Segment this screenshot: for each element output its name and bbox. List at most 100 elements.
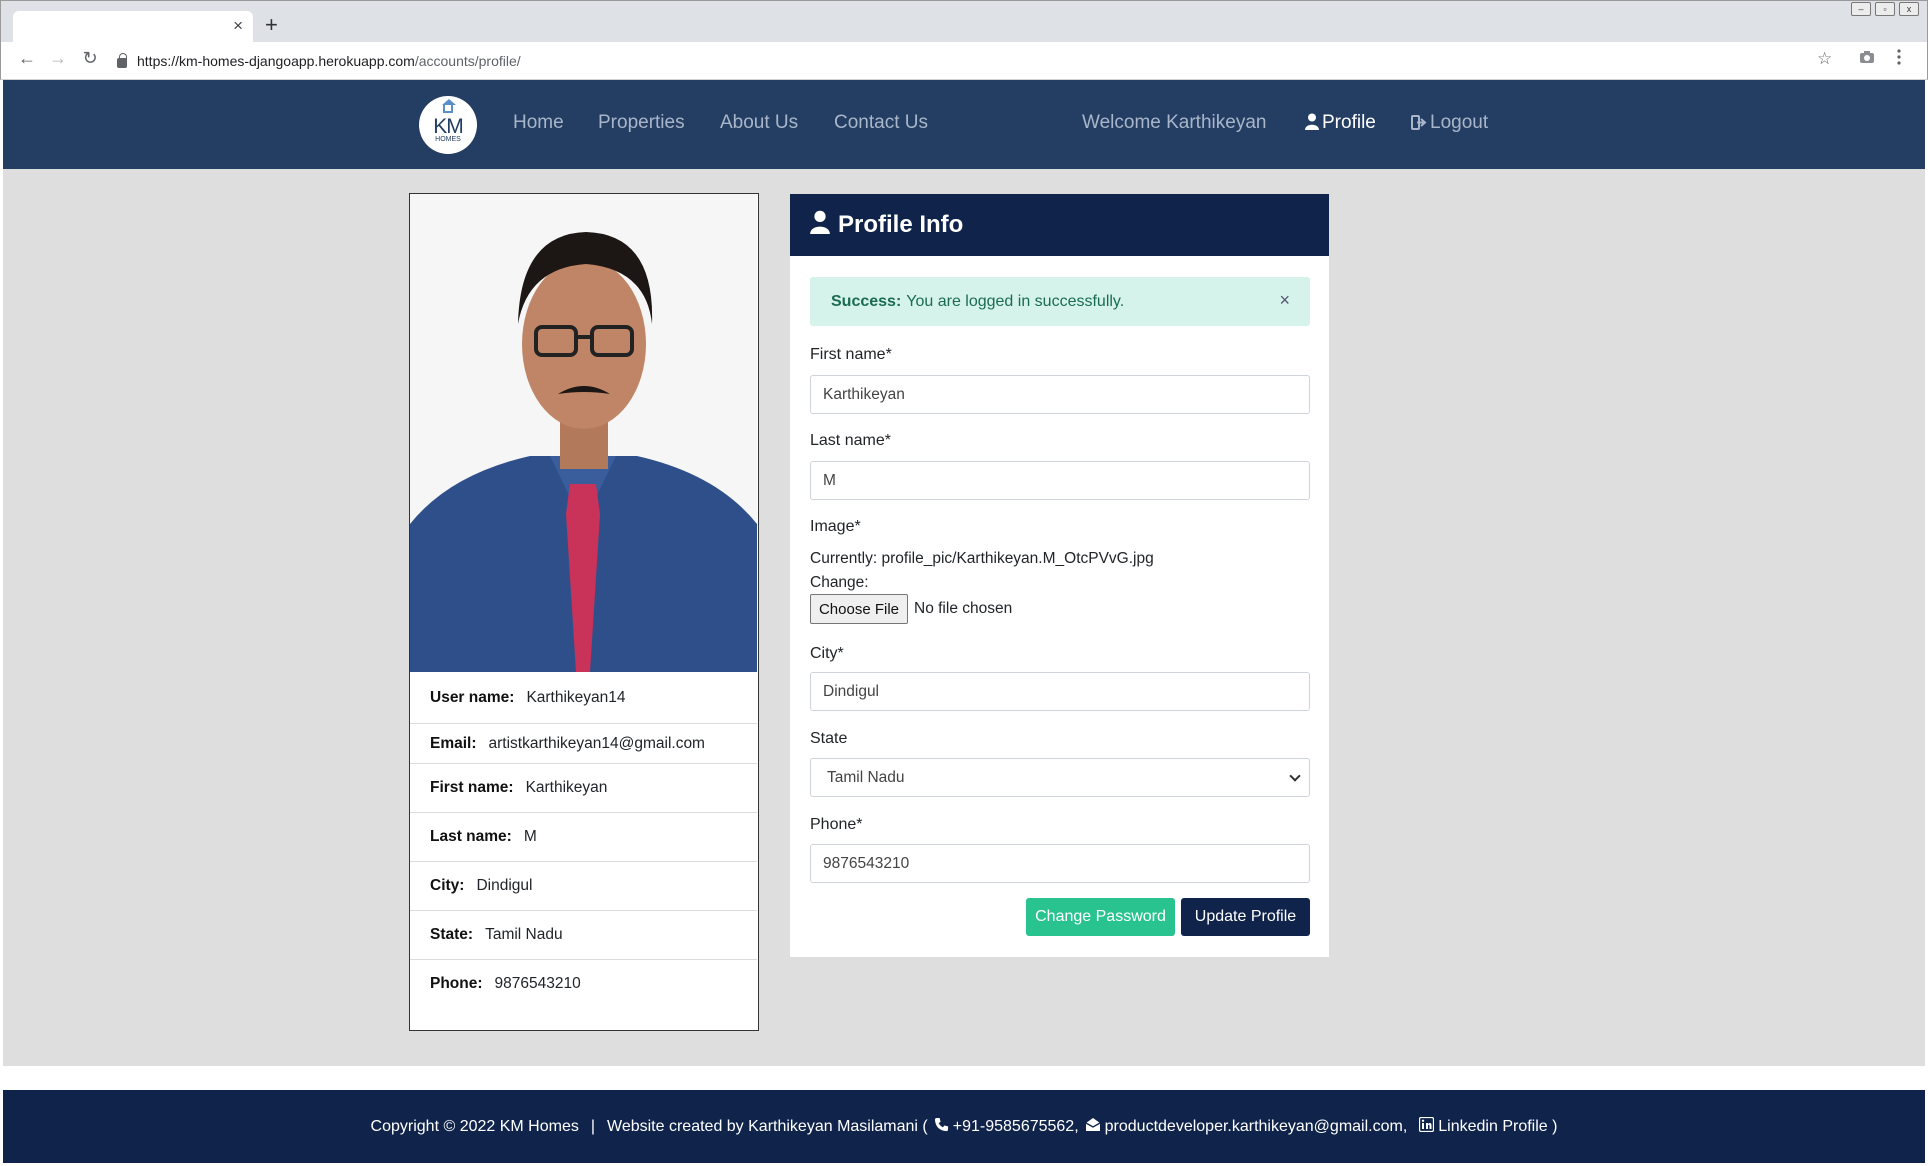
- browser-tab-bar: × + – ▫ x: [0, 0, 1928, 43]
- state-select[interactable]: Tamil Nadu: [810, 758, 1310, 797]
- last-name-field-value: M: [823, 471, 836, 489]
- last-name-field-label: Last name*: [810, 432, 891, 449]
- state-label: State:: [430, 926, 474, 943]
- nav-properties[interactable]: Properties: [598, 112, 685, 134]
- city-field[interactable]: Dindigul: [810, 672, 1310, 711]
- nav-profile[interactable]: Profile: [1305, 112, 1376, 136]
- update-profile-button[interactable]: Update Profile: [1181, 898, 1310, 936]
- logout-icon: [1411, 114, 1427, 136]
- username-label: User name:: [430, 688, 515, 706]
- city-field-value: Dindigul: [823, 682, 880, 700]
- phone-field-value: 9876543210: [823, 854, 910, 872]
- close-window-icon[interactable]: x: [1899, 2, 1919, 16]
- footer-email[interactable]: productdeveloper.karthikeyan@gmail.com,: [1105, 1118, 1408, 1136]
- image-current-link[interactable]: Currently: profile_pic/Karthikeyan.M_Otc…: [810, 550, 1154, 568]
- last-name-value: M: [523, 828, 537, 845]
- browser-menu-icon[interactable]: [1897, 49, 1901, 70]
- user-icon: [1305, 113, 1319, 136]
- last-name-row: Last name: M: [410, 812, 757, 861]
- nav-about[interactable]: About Us: [720, 112, 798, 134]
- envelope-open-icon: [1085, 1117, 1101, 1137]
- lock-icon: [117, 53, 127, 68]
- url-path: /accounts/profile/: [414, 53, 521, 69]
- username-value: Karthikeyan14: [526, 688, 626, 706]
- email-row: Email: artistkarthikeyan14@gmail.com: [410, 723, 757, 763]
- url-host: https://km-homes-djangoapp.herokuapp.com: [137, 53, 415, 69]
- alert-strong: Success:: [831, 292, 902, 310]
- tab-close-icon[interactable]: ×: [233, 16, 243, 36]
- last-name-label: Last name:: [430, 828, 512, 845]
- city-row: City: Dindigul: [410, 861, 757, 910]
- nav-logout-label: Logout: [1430, 112, 1489, 133]
- back-arrow-icon[interactable]: ←: [15, 48, 39, 69]
- state-value: Tamil Nadu: [485, 926, 563, 943]
- username-row: User name: Karthikeyan14: [410, 672, 757, 723]
- profile-info-card: Profile Info Success: You are logged in …: [790, 194, 1329, 957]
- first-name-field-label: First name*: [810, 346, 892, 363]
- phone-label: Phone:: [430, 975, 483, 992]
- email-label: Email:: [430, 734, 477, 752]
- state-field-label: State: [810, 730, 848, 747]
- maximize-icon[interactable]: ▫: [1875, 2, 1895, 16]
- city-value: Dindigul: [476, 877, 533, 894]
- alert-close-icon[interactable]: ×: [1279, 290, 1290, 311]
- city-label: City:: [430, 877, 465, 894]
- camera-icon[interactable]: [1859, 49, 1875, 69]
- footer-created-by: Website created by Karthikeyan Masilaman…: [607, 1117, 928, 1135]
- choose-file-button[interactable]: Choose File: [810, 594, 908, 624]
- user-icon: [810, 210, 830, 241]
- first-name-label: First name:: [430, 779, 514, 796]
- phone-value: 9876543210: [494, 975, 581, 992]
- forward-arrow-icon[interactable]: →: [46, 48, 70, 69]
- first-name-field[interactable]: Karthikeyan: [810, 375, 1310, 414]
- footer-copyright: Copyright © 2022 KM Homes: [370, 1117, 579, 1135]
- footer-divider: |: [590, 1117, 596, 1135]
- nav-home[interactable]: Home: [513, 112, 564, 134]
- page-body: KM HOMES Home Properties About Us Contac…: [3, 80, 1925, 1163]
- alert-message: You are logged in successfully.: [906, 292, 1125, 310]
- linkedin-icon: [1419, 1116, 1435, 1137]
- change-password-button[interactable]: Change Password: [1026, 898, 1175, 936]
- file-status-text: No file chosen: [914, 600, 1013, 617]
- logo-subtext: HOMES: [435, 136, 461, 143]
- city-field-label: City*: [810, 645, 844, 662]
- first-name-value: Karthikeyan: [525, 779, 608, 796]
- profile-photo: [410, 194, 757, 672]
- user-summary-card: User name: Karthikeyan14 Email: artistka…: [409, 193, 759, 1031]
- nav-profile-label: Profile: [1322, 112, 1376, 133]
- minimize-icon[interactable]: –: [1851, 2, 1871, 16]
- browser-tab[interactable]: ×: [13, 11, 253, 43]
- site-footer: Copyright © 2022 KM Homes | Website crea…: [3, 1090, 1925, 1163]
- last-name-field[interactable]: M: [810, 461, 1310, 500]
- address-bar[interactable]: https://km-homes-djangoapp.herokuapp.com…: [117, 48, 1807, 74]
- window-controls: – ▫ x: [1851, 2, 1919, 16]
- phone-field-label: Phone*: [810, 816, 863, 833]
- house-icon: [442, 99, 456, 113]
- footer-phone[interactable]: +91-9585675562,: [953, 1118, 1079, 1136]
- new-tab-button[interactable]: +: [265, 12, 278, 38]
- email-value: artistkarthikeyan14@gmail.com: [488, 734, 705, 752]
- profile-info-header: Profile Info: [790, 194, 1329, 256]
- footer-linkedin-link[interactable]: Linkedin Profile ): [1438, 1118, 1557, 1136]
- image-field-label: Image*: [810, 518, 861, 535]
- success-alert: Success: You are logged in successfully.…: [810, 277, 1310, 326]
- reload-icon[interactable]: ↻: [78, 48, 102, 69]
- state-select-value: Tamil Nadu: [827, 768, 905, 786]
- nav-logout[interactable]: Logout: [1411, 112, 1488, 136]
- phone-icon: [934, 1117, 949, 1137]
- footer-spacer: [3, 1066, 1925, 1090]
- site-navbar: KM HOMES Home Properties About Us Contac…: [3, 80, 1925, 169]
- welcome-text: Welcome Karthikeyan: [1082, 112, 1267, 133]
- phone-row: Phone: 9876543210: [410, 959, 757, 1008]
- phone-field[interactable]: 9876543210: [810, 844, 1310, 883]
- first-name-row: First name: Karthikeyan: [410, 763, 757, 812]
- browser-toolbar: ← → ↻ https://km-homes-djangoapp.herokua…: [0, 42, 1928, 80]
- state-row: State: Tamil Nadu: [410, 910, 757, 959]
- profile-info-title: Profile Info: [838, 211, 964, 238]
- chevron-down-icon: [1289, 770, 1301, 782]
- nav-contact[interactable]: Contact Us: [834, 112, 928, 134]
- image-change-label: Change:: [810, 574, 869, 591]
- bookmark-star-icon[interactable]: ☆: [1817, 49, 1832, 69]
- km-homes-logo[interactable]: KM HOMES: [419, 96, 477, 154]
- first-name-field-value: Karthikeyan: [823, 385, 905, 403]
